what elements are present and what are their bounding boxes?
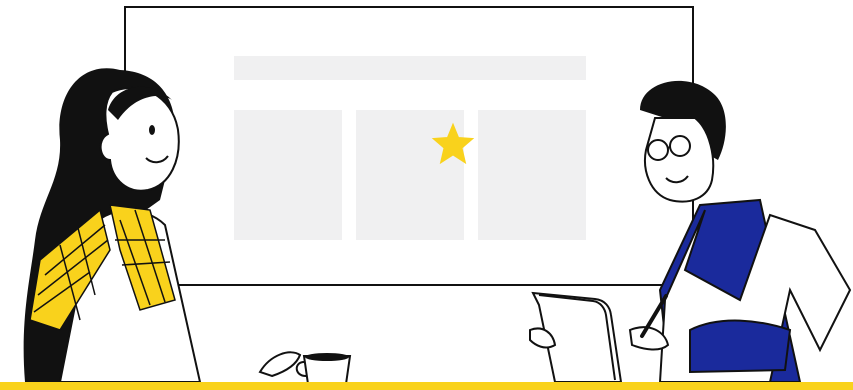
pen-icon [640, 294, 668, 338]
man-figure [628, 80, 852, 383]
tablet-icon [529, 291, 623, 383]
illustration-scene [0, 0, 853, 390]
floor-accent-bar [0, 382, 853, 390]
